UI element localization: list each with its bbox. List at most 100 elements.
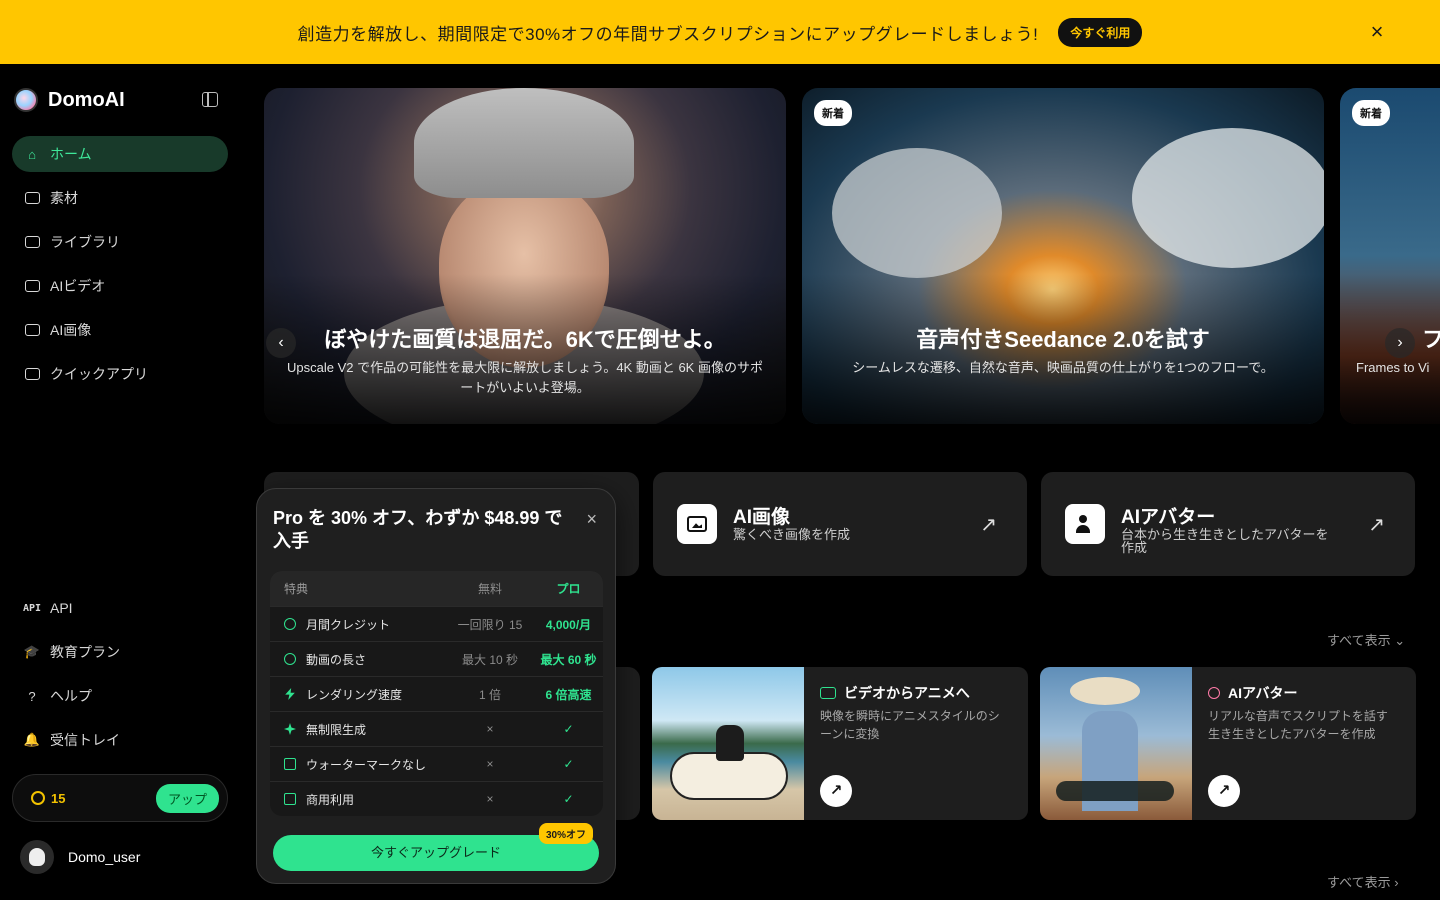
user-profile[interactable]: Domo_user — [20, 840, 140, 874]
hero-slide-seedance[interactable]: 新着 音声付きSeedance 2.0を試す シームレスな遷移、自然な音声、映画… — [802, 88, 1324, 424]
header-feature: 特典 — [284, 582, 309, 596]
row-feature: 動画の長さ — [306, 652, 367, 667]
avatar — [20, 840, 54, 874]
sidebar-item-assets[interactable]: 素材 — [12, 180, 228, 216]
row-free: 1 倍 — [478, 687, 501, 702]
sidebar-item-quick-app[interactable]: クイックアプリ — [12, 356, 228, 392]
carousel-next-icon[interactable]: › — [1385, 328, 1415, 358]
image-icon — [24, 323, 40, 337]
upgrade-popup: Pro を 30% オフ、わずか $48.99 で入手 × 特典 無料 プロ 月… — [256, 488, 616, 884]
credits-widget: 15 アップ — [12, 774, 228, 822]
table-row: ウォーターマークなし × ✓ — [270, 746, 603, 781]
sidebar-collapse-icon[interactable] — [202, 92, 218, 107]
banner-text: 創造力を解放し、期間限定で30%オフの年間サブスクリプションにアップグレードしま… — [297, 24, 1039, 44]
coin-icon — [31, 791, 45, 805]
see-all-link[interactable]: すべて表示 › — [1327, 872, 1399, 891]
see-all-link[interactable]: すべて表示 ⌄ — [1327, 630, 1405, 649]
quick-app-icon — [24, 367, 40, 381]
hero-title: ぼやけた画質は退屈だ。6Kで圧倒せよ。 — [324, 327, 726, 352]
avatar-icon — [1065, 504, 1105, 544]
arrow-up-right-icon[interactable]: ↗ — [1208, 775, 1240, 807]
discount-badge: 30%オフ — [539, 823, 594, 844]
bell-icon: 🔔 — [23, 732, 41, 747]
sidebar-item-inbox[interactable]: 🔔 受信トレイ — [12, 722, 228, 758]
user-name: Domo_user — [68, 849, 141, 865]
sidebar-item-ai-image[interactable]: AI画像 — [12, 312, 228, 348]
hero-subtitle: Upscale V2 で作品の可能性を最大限に解放しましょう。4K 動画と 6K… — [287, 360, 763, 395]
table-row: 月間クレジット 一回限り 15 4,000/月 — [270, 606, 603, 641]
row-free: × — [486, 757, 494, 771]
hero-title: 音声付きSeedance 2.0を試す — [916, 327, 1210, 352]
feature-card-ai-avatar[interactable]: AIアバター 台本から生き生きとしたアバターを作成 ↗ — [1041, 472, 1415, 576]
commercial-icon — [284, 793, 296, 805]
assets-icon — [24, 191, 40, 205]
row-free: 最大 10 秒 — [461, 652, 519, 667]
app-title: ビデオからアニメへ — [844, 685, 970, 701]
app-subtitle: 映像を瞬時にアニメスタイルのシーンに変換 — [820, 709, 1000, 741]
row-pro: 最大 60 秒 — [540, 652, 597, 667]
table-row: 無制限生成 × ✓ — [270, 711, 603, 746]
sidebar-item-label: 素材 — [50, 190, 78, 206]
table-row: 商用利用 × ✓ — [270, 781, 603, 816]
promo-banner: 創造力を解放し、期間限定で30%オフの年間サブスクリプションにアップグレードしま… — [0, 0, 1440, 64]
arrow-up-right-icon[interactable]: ↗ — [820, 775, 852, 807]
row-pro: ✓ — [563, 792, 574, 806]
credit-count: 15 — [51, 790, 66, 806]
row-free: × — [486, 792, 494, 806]
app-title-row: ビデオからアニメへ — [820, 683, 970, 703]
sidebar-item-label: AI画像 — [50, 322, 92, 338]
row-feature: 無制限生成 — [306, 722, 367, 737]
clock-icon — [284, 653, 296, 665]
sidebar-item-label: AIビデオ — [50, 278, 106, 294]
logo-row: DomoAI — [14, 86, 224, 114]
main-nav: ⌂ ホーム 素材 ライブラリ AIビデオ AI画像 クイックアプリ — [12, 136, 228, 400]
sidebar-item-ai-video[interactable]: AIビデオ — [12, 268, 228, 304]
watermark-icon — [284, 758, 296, 770]
logo-icon — [14, 88, 38, 112]
sidebar-item-label: 受信トレイ — [50, 732, 120, 748]
app-title: AIアバター — [1228, 685, 1298, 701]
popup-title: Pro を 30% オフ、わずか $48.99 で入手 — [273, 508, 563, 551]
hero-title: フ — [1422, 327, 1440, 352]
feature-card-ai-image[interactable]: AI画像 驚くべき画像を作成 ↗ — [653, 472, 1027, 576]
close-icon[interactable]: × — [586, 509, 597, 530]
sidebar: DomoAI ⌂ ホーム 素材 ライブラリ AIビデオ AI画像 クイックアプリ — [0, 64, 240, 900]
hero-subtitle: Frames to Vi — [1356, 360, 1430, 375]
app-thumbnail — [1040, 667, 1192, 820]
banner-cta-button[interactable]: 今すぐ利用 — [1058, 17, 1143, 47]
brand-name: DomoAI — [48, 88, 125, 111]
app-card-video-to-anime[interactable]: ビデオからアニメへ 映像を瞬時にアニメスタイルのシーンに変換 ↗ — [652, 667, 1028, 820]
carousel-prev-icon[interactable]: ‹ — [266, 328, 296, 358]
feature-title: AIアバター — [1121, 507, 1216, 528]
app-card-ai-avatar[interactable]: AIアバター リアルな音声でスクリプトを話す生き生きとしたアバターを作成 ↗ — [1040, 667, 1416, 820]
sidebar-item-label: 教育プラン — [50, 644, 120, 660]
sidebar-item-education[interactable]: 🎓 教育プラン — [12, 634, 228, 670]
row-feature: 商用利用 — [306, 792, 355, 807]
comparison-table: 特典 無料 プロ 月間クレジット 一回限り 15 4,000/月 動画の長さ 最… — [270, 571, 603, 816]
row-feature: レンダリング速度 — [306, 687, 403, 702]
app-thumbnail — [652, 667, 804, 820]
sidebar-item-api[interactable]: API API — [12, 590, 228, 626]
sidebar-item-home[interactable]: ⌂ ホーム — [12, 136, 228, 172]
new-badge: 新着 — [814, 100, 852, 126]
credit-icon — [284, 618, 296, 630]
upgrade-button[interactable]: アップ — [155, 783, 219, 813]
sidebar-item-library[interactable]: ライブラリ — [12, 224, 228, 260]
video-icon — [24, 279, 40, 293]
banner-close-icon[interactable]: × — [1364, 19, 1390, 45]
header-pro: プロ — [556, 582, 581, 596]
sidebar-item-label: ライブラリ — [50, 234, 120, 250]
row-pro: ✓ — [563, 722, 574, 736]
see-all-label: すべて表示 — [1327, 633, 1391, 648]
hero-slide-frames[interactable]: 新着 フ Frames to Vi — [1340, 88, 1440, 424]
hero-slide-upscale[interactable]: ぼやけた画質は退屈だ。6Kで圧倒せよ。 Upscale V2 で作品の可能性を最… — [264, 88, 786, 424]
table-row: レンダリング速度 1 倍 6 倍高速 — [270, 676, 603, 711]
sidebar-item-label: ホーム — [50, 146, 92, 162]
image-icon — [677, 504, 717, 544]
see-all-label: すべて表示 — [1327, 875, 1391, 890]
sidebar-item-help[interactable]: ? ヘルプ — [12, 678, 228, 714]
bottom-nav: API API 🎓 教育プラン ? ヘルプ 🔔 受信トレイ — [12, 590, 228, 766]
sidebar-item-label: クイックアプリ — [50, 366, 148, 382]
sidebar-item-label: ヘルプ — [50, 688, 92, 704]
feature-subtitle: 台本から生き生きとしたアバターを作成 — [1121, 527, 1329, 555]
